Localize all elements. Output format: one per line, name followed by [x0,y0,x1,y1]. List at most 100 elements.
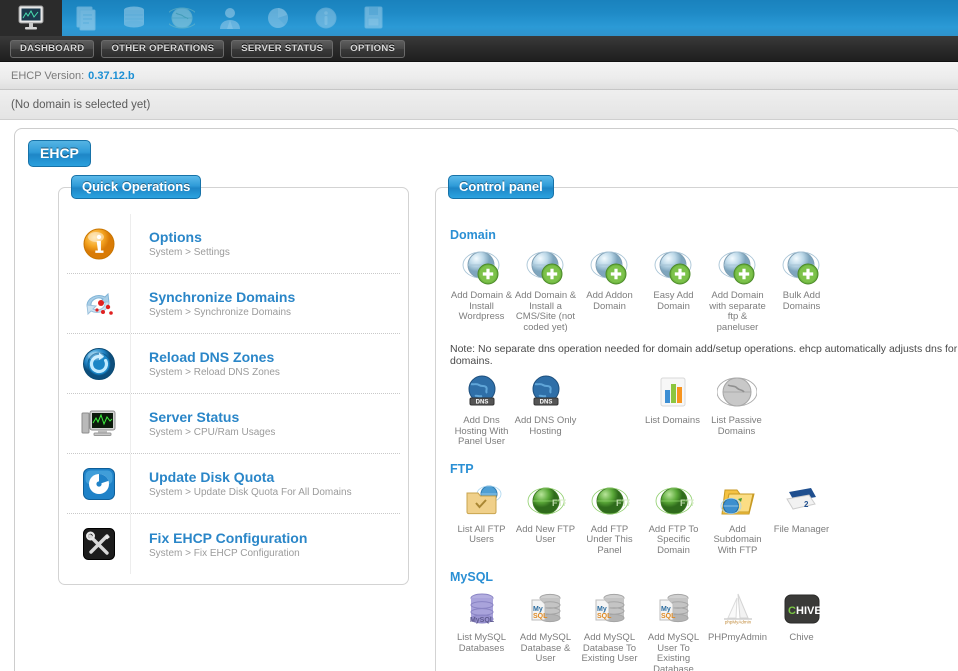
add-subdomain-with-ftp-button[interactable]: Add Subdomain With FTP [706,480,769,557]
sync-icon [67,274,131,333]
list-item-text: Synchronize Domains System > Synchronize… [131,289,295,318]
globe-plus-icon [461,246,503,288]
file-manager-icon: 2 [781,480,823,522]
control-panel-title[interactable]: Control panel [448,175,554,199]
icon-caption: Add Dns Hosting With Panel User [454,415,509,447]
phpmyadmin-button[interactable]: phpMyAdmin PHPmyAdmin [706,588,769,644]
list-all-ftp-users-button[interactable]: List All FTP Users [450,480,513,546]
list-item[interactable]: Server Status System > CPU/Ram Usages [67,394,400,454]
add-ftp-to-specific-domain-button[interactable]: FTP Add FTP To Specific Domain [642,480,705,557]
icon-caption: Add Domain & Install Wordpress [450,290,513,322]
svg-text:My: My [533,606,543,613]
icon-caption: Easy Add Domain [653,290,694,312]
icon-caption: Add MySQL Database To Existing User [581,632,638,664]
list-item-sub: System > Update Disk Quota For All Domai… [149,487,352,498]
list-item-sub: System > Fix EHCP Configuration [149,547,300,559]
list-item-sub: System > Settings [149,247,230,258]
icon-caption: PHPmyAdmin [707,632,768,643]
yellow-folder-globe-icon [717,480,759,522]
group-title-domain: Domain [450,228,496,242]
monitor-icon[interactable] [0,0,62,36]
icon-caption: Add FTP Under This Panel [586,523,633,556]
group-title-mysql: MySQL [450,570,494,584]
version-value: 0.37.12.b [88,69,135,82]
icon-caption: Bulk Add Domains [782,290,821,312]
easy-add-domain-button[interactable]: Easy Add Domain [642,246,705,312]
globe-plus-icon [525,246,567,288]
list-item-sub: System > CPU/Ram Usages [149,427,276,438]
info-icon[interactable] [302,0,350,36]
list-item[interactable]: Reload DNS Zones System > Reload DNS Zon… [67,334,400,394]
purple-database-icon: MySQL [461,588,503,630]
svg-text:C: C [788,605,796,617]
svg-text:SQL: SQL [597,613,612,620]
mysql-database-icon: My SQL [653,588,695,630]
archive-icon[interactable] [350,0,398,36]
svg-text:2: 2 [804,500,809,509]
add-mysql-database-and-user-button[interactable]: My SQL Add MySQL Database & User [514,588,577,665]
database-icon[interactable] [110,0,158,36]
list-item-text: Options System > Settings [131,229,230,258]
list-item[interactable]: Synchronize Domains System > Synchronize… [67,274,400,334]
banner-icon-strip [0,0,398,36]
list-item[interactable]: Fix EHCP Configuration System > Fix EHCP… [67,514,400,574]
add-mysql-user-to-existing-database-button[interactable]: My SQL Add MySQL User To Existing Databa… [642,588,705,671]
icon-caption: Chive [789,632,814,643]
svg-text:FTP: FTP [552,498,566,508]
list-item-title: Update Disk Quota [149,469,275,485]
svg-text:SQL: SQL [533,613,548,620]
selected-domain-bar: (No domain is selected yet) [0,90,958,120]
nav-tab-server-status[interactable]: SERVER STATUS [231,39,334,58]
list-item[interactable]: Options System > Settings [67,214,400,274]
tools-icon [67,514,131,574]
ehcp-tab[interactable]: EHCP [28,140,91,167]
icon-caption: List Domains [645,415,700,426]
svg-text:FTP: FTP [616,498,630,508]
list-item[interactable]: Update Disk Quota System > Update Disk Q… [67,454,400,514]
add-ftp-under-this-panel-button[interactable]: FTP Add FTP Under This Panel [578,480,641,557]
icon-caption: Add New FTP User [515,523,576,545]
list-mysql-databases-button[interactable]: MySQL List MySQL Databases [450,588,513,654]
add-dns-only-hosting-button[interactable]: DNS Add DNS Only Hosting [514,371,577,437]
globe-icon[interactable] [158,0,206,36]
user-icon[interactable] [206,0,254,36]
quick-operations-title[interactable]: Quick Operations [71,175,202,199]
documents-icon[interactable] [62,0,110,36]
version-bar: EHCP Version: 0.37.12.b [0,62,958,90]
list-item-title: Synchronize Domains [149,289,296,305]
nav-tab-other-operations[interactable]: OTHER OPERATIONS [101,39,225,58]
globe-plus-icon [653,246,695,288]
icon-caption: Add Subdomain With FTP [713,523,762,556]
list-domains-button[interactable]: List Domains [641,371,704,427]
add-domain-install-cms-button[interactable]: Add Domain & Install a CMS/Site (not cod… [514,246,577,333]
nav-tab-options[interactable]: OPTIONS [340,39,406,58]
bar-chart-icon [652,371,694,413]
add-domain-install-wordpress-button[interactable]: Add Domain & Install Wordpress [450,246,513,323]
list-passive-domains-button[interactable]: List Passive Domains [705,371,768,437]
green-globe-ftp-icon: FTP [525,480,567,522]
list-item-title: Server Status [149,409,240,425]
mysql-database-icon: My SQL [589,588,631,630]
svg-text:My: My [597,606,607,613]
dns-icon-row: DNS Add Dns Hosting With Panel User DNS … [450,371,958,448]
add-mysql-database-to-existing-user-button[interactable]: My SQL Add MySQL Database To Existing Us… [578,588,641,665]
nav-tab-dashboard[interactable]: DASHBOARD [10,39,95,58]
pie-chart-icon[interactable] [254,0,302,36]
dns-globe-icon: DNS [525,371,567,413]
svg-text:phpMyAdmin: phpMyAdmin [724,620,751,625]
add-new-ftp-user-button[interactable]: FTP Add New FTP User [514,480,577,546]
globe-plus-icon [717,246,759,288]
bulk-add-domains-button[interactable]: Bulk Add Domains [770,246,833,312]
svg-text:HIVE: HIVE [796,605,822,617]
chive-icon: C HIVE [781,588,823,630]
list-item-sub: System > Reload DNS Zones [149,367,280,378]
add-dns-hosting-panel-user-button[interactable]: DNS Add Dns Hosting With Panel User [450,371,513,448]
file-manager-button[interactable]: 2 File Manager [770,480,833,536]
svg-text:My: My [661,606,671,613]
add-addon-domain-button[interactable]: Add Addon Domain [578,246,641,312]
add-domain-separate-ftp-button[interactable]: Add Domain with separate ftp & paneluser [706,246,769,333]
icon-caption: Add DNS Only Hosting [514,415,577,437]
chive-button[interactable]: C HIVE Chive [770,588,833,644]
green-globe-ftp-icon: FTP [653,480,695,522]
icon-caption: List All FTP Users [457,523,506,545]
